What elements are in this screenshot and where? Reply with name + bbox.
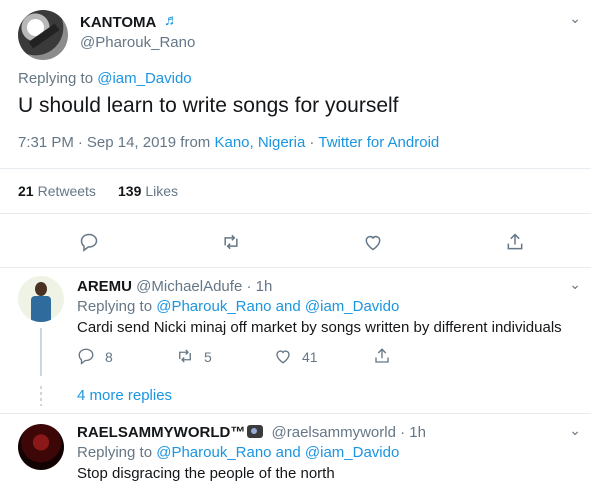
heart-icon (276, 350, 290, 364)
thread-line-dotted (40, 386, 42, 406)
reply-tweet[interactable]: RAELSAMMYWORLD™ @raelsammyworld · 1h ⌄ R… (0, 414, 591, 501)
reply-count: 8 (105, 349, 113, 365)
camera-icon (247, 425, 264, 438)
reply-icon (78, 348, 94, 365)
reply-text: Cardi send Nicki minaj off market by son… (77, 319, 562, 336)
avatar[interactable] (18, 10, 68, 60)
share-icon[interactable] (505, 232, 525, 252)
replying-to-link[interactable]: @Pharouk_Rano and @iam_Davido (156, 298, 399, 315)
retweet-count: 5 (204, 349, 212, 365)
tweet-date[interactable]: Sep 14, 2019 (87, 134, 176, 151)
reply-icon[interactable] (79, 232, 99, 252)
like-count: 41 (302, 349, 318, 365)
retweet-icon[interactable] (221, 232, 241, 252)
likes-label: Likes (145, 183, 179, 199)
replying-to-link[interactable]: @iam_Davido (97, 70, 191, 87)
tweet-meta: 7:31 PM · Sep 14, 2019 from Kano, Nigeria ·… (18, 134, 439, 151)
replying-prefix: Replying to (77, 298, 153, 315)
thread-line (40, 328, 42, 376)
reply-tweet[interactable]: AREMU @MichaelAdufe · 1h ⌄ Replying to @… (0, 268, 591, 414)
client-link[interactable]: Twitter for Android (318, 134, 439, 151)
likes-count: 139 (118, 183, 142, 199)
more-replies-link[interactable]: 4 more replies (77, 387, 172, 404)
retweets-stat[interactable]: 21 Retweets (18, 183, 96, 199)
tweet-time[interactable]: 7:31 PM (18, 134, 74, 151)
heart-icon[interactable] (363, 232, 383, 252)
retweets-label: Retweets (37, 183, 96, 199)
separator-dot: · (400, 424, 406, 441)
chevron-down-icon[interactable]: ⌄ (569, 276, 581, 293)
tweet-text: U should learn to write songs for yourse… (18, 94, 399, 117)
likes-stat[interactable]: 139 Likes (118, 183, 178, 199)
share-icon (375, 348, 389, 363)
music-notes-icon: ♬ (164, 12, 179, 29)
separator-dot: · (309, 134, 315, 151)
display-name[interactable]: RAELSAMMYWORLD™ (77, 424, 245, 441)
retweet-icon (179, 349, 191, 363)
user-handle[interactable]: @raelsammyworld (272, 424, 396, 441)
user-handle[interactable]: @MichaelAdufe (136, 278, 242, 295)
from-label: from (180, 134, 211, 151)
reply-header: AREMU @MichaelAdufe · 1h (77, 278, 272, 295)
tweet-stats: 21 Retweets 139 Likes (0, 168, 591, 214)
replying-to: Replying to @Pharouk_Rano and @iam_David… (77, 298, 399, 315)
user-handle[interactable]: @Pharouk_Rano (80, 34, 195, 51)
replying-to: Replying to @Pharouk_Rano and @iam_David… (77, 444, 399, 461)
avatar[interactable] (18, 276, 64, 322)
separator-dot: · (77, 134, 83, 151)
chevron-down-icon[interactable]: ⌄ (569, 422, 581, 439)
retweets-count: 21 (18, 183, 34, 199)
main-tweet: KANTOMA ♬ @Pharouk_Rano ⌄ Replying to @i… (0, 0, 591, 268)
reply-time[interactable]: 1h (256, 278, 273, 295)
reply-time[interactable]: 1h (409, 424, 426, 441)
display-name[interactable]: AREMU (77, 278, 132, 295)
reply-text: Stop disgracing the people of the north (77, 465, 335, 482)
reply-header: RAELSAMMYWORLD™ @raelsammyworld · 1h (77, 424, 426, 441)
chevron-down-icon[interactable]: ⌄ (569, 10, 581, 27)
location-link[interactable]: Kano, Nigeria (214, 134, 305, 151)
replying-to-link[interactable]: @Pharouk_Rano and @iam_Davido (156, 444, 399, 461)
separator-dot: · (246, 278, 252, 295)
avatar[interactable] (18, 424, 64, 470)
replying-prefix: Replying to (18, 70, 94, 87)
tweet-actions (0, 228, 591, 256)
display-name[interactable]: KANTOMA (80, 14, 156, 31)
replying-to: Replying to @iam_Davido (18, 70, 192, 87)
replying-prefix: Replying to (77, 444, 153, 461)
